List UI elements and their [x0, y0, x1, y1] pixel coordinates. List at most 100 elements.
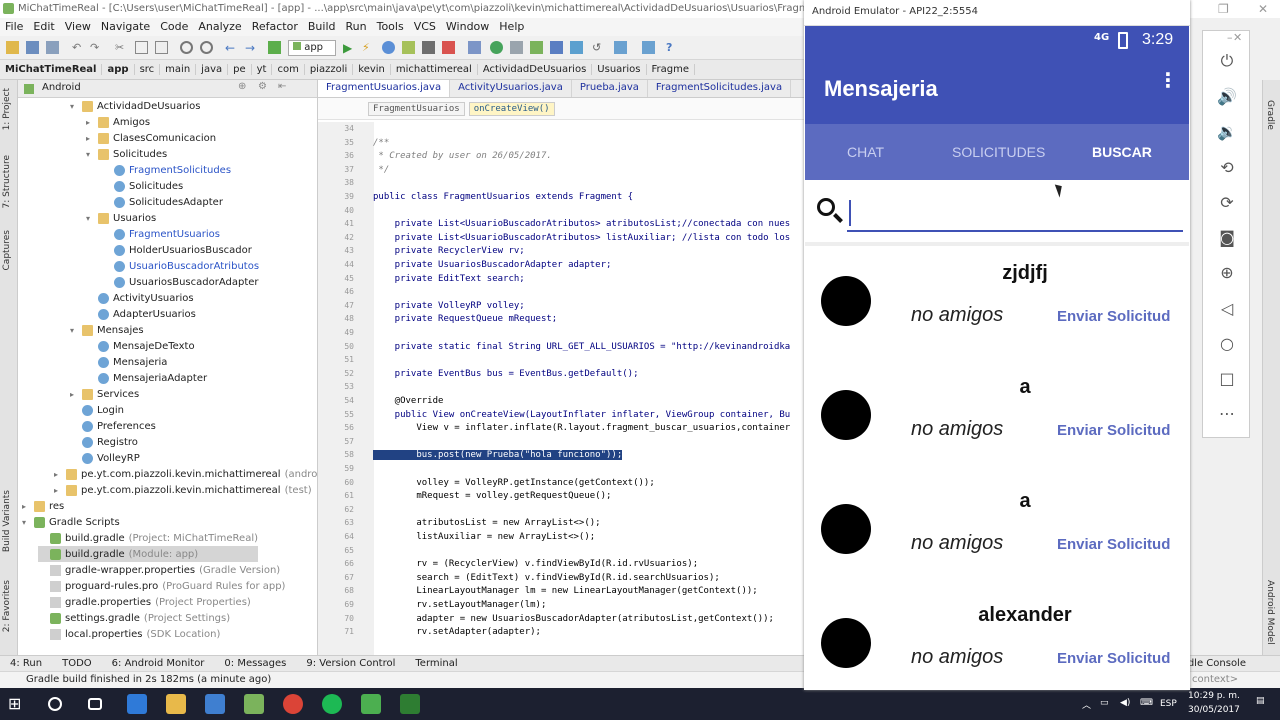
menu-navigate[interactable]: Navigate — [96, 18, 155, 36]
code-line[interactable]: rv.setAdapter(adapter); — [373, 627, 541, 637]
tree-item[interactable]: Registro — [70, 434, 138, 450]
breadcrumb-item[interactable]: main — [160, 64, 197, 75]
send-request-button[interactable]: Enviar Solicitud — [1057, 650, 1170, 667]
revert-icon[interactable]: ↺ — [592, 41, 605, 54]
code-line[interactable]: adapter = new UsuariosBuscadorAdapter(at… — [373, 614, 774, 624]
structure-icon[interactable] — [550, 41, 563, 54]
tree-item[interactable]: MensajeriaAdapter — [86, 370, 207, 386]
tree-arrow-icon[interactable]: ▸ — [54, 470, 62, 479]
tree-item[interactable]: MensajeDeTexto — [86, 338, 195, 354]
tree-item[interactable]: gradle-wrapper.properties (Gradle Version… — [38, 562, 280, 578]
breadcrumb-item[interactable]: ActividadDeUsuarios — [478, 64, 593, 75]
coverage-icon[interactable] — [402, 41, 415, 54]
code-line[interactable]: private List<UsuarioBuscadorAtributos> a… — [373, 219, 791, 229]
tree-arrow-icon[interactable]: ▾ — [70, 102, 78, 111]
tab-buscar[interactable]: BUSCAR — [1092, 144, 1152, 160]
breadcrumb-item[interactable]: MiChatTimeReal — [0, 64, 103, 75]
help-icon[interactable]: ? — [666, 41, 679, 54]
tree-arrow-icon[interactable]: ▾ — [86, 150, 94, 159]
device-monitor-icon[interactable] — [510, 41, 523, 54]
code-line[interactable]: mRequest = volley.getRequestQueue(); — [373, 491, 611, 501]
tree-item[interactable]: Solicitudes — [102, 178, 183, 194]
user-list-item[interactable]: a no amigos Enviar Solicitud — [805, 360, 1189, 474]
keyboard-icon[interactable]: ⌨ — [1140, 698, 1153, 708]
save-icon[interactable] — [26, 41, 39, 54]
make-icon[interactable] — [268, 41, 281, 54]
undo-icon[interactable]: ↶ — [72, 41, 85, 54]
tree-item[interactable]: VolleyRP — [70, 450, 140, 466]
settings-gear-icon[interactable]: ⚙ — [258, 81, 267, 92]
tab-favorites[interactable]: 2: Favorites — [2, 580, 12, 632]
sync-icon[interactable] — [46, 41, 59, 54]
code-line[interactable]: private VolleyRP volley; — [373, 301, 525, 311]
tree-arrow-icon[interactable]: ▸ — [22, 502, 30, 511]
windows-start-icon[interactable]: ⊞ — [8, 694, 28, 714]
tree-item[interactable]: Login — [70, 402, 124, 418]
tab-fragmentsolicitudes[interactable]: FragmentSolicitudes.java — [648, 80, 792, 97]
tree-item[interactable]: ▾ Gradle Scripts — [22, 514, 120, 530]
forward-icon[interactable]: → — [245, 41, 258, 55]
redo-icon[interactable]: ↷ — [90, 41, 103, 54]
search-input[interactable] — [847, 192, 1183, 232]
gradle-sync-icon[interactable] — [490, 41, 503, 54]
close-icon[interactable]: ✕ — [1258, 2, 1268, 16]
tree-item[interactable]: UsuariosBuscadorAdapter — [102, 274, 259, 290]
menu-edit[interactable]: Edit — [28, 18, 59, 36]
tab-chat[interactable]: CHAT — [847, 144, 884, 160]
close-emulator-icon[interactable]: ✕ — [1233, 31, 1242, 44]
breadcrumb-item[interactable]: kevin — [353, 64, 391, 75]
code-line[interactable]: private List<UsuarioBuscadorAtributos> l… — [373, 233, 791, 243]
run-icon[interactable]: ▶ — [343, 41, 356, 55]
tool-version-control[interactable]: 9: Version Control — [296, 658, 405, 669]
breadcrumb-item[interactable]: src — [135, 64, 161, 75]
search-icon[interactable] — [48, 697, 62, 711]
code-line[interactable]: private RecyclerView rv; — [373, 246, 525, 256]
code-line[interactable]: private EditText search; — [373, 274, 525, 284]
overview-icon[interactable]: □ — [1216, 369, 1238, 391]
attach-debugger-icon[interactable] — [422, 41, 435, 54]
tree-item[interactable]: UsuarioBuscadorAtributos — [102, 258, 259, 274]
tab-structure[interactable]: 7: Structure — [2, 155, 12, 209]
tool-todo[interactable]: TODO — [52, 658, 102, 669]
tab-prueba[interactable]: Prueba.java — [572, 80, 648, 97]
volume-icon[interactable]: ◀) — [1120, 698, 1130, 708]
tree-item[interactable]: Mensajeria — [86, 354, 167, 370]
tree-item[interactable]: ▾ ActividadDeUsuarios — [70, 98, 200, 114]
cut-icon[interactable]: ✂ — [115, 41, 128, 54]
menu-refactor[interactable]: Refactor — [247, 18, 303, 36]
crumb-method[interactable]: onCreateView() — [468, 101, 555, 116]
code-line[interactable]: private RequestQueue mRequest; — [373, 314, 558, 324]
user-list-item[interactable]: alexander no amigos Enviar Solicitud — [805, 588, 1189, 688]
tree-item[interactable]: ▸ res — [22, 498, 64, 514]
tree-item[interactable]: local.properties (SDK Location) — [38, 626, 220, 642]
code-line[interactable]: rv.setLayoutManager(lm); — [373, 600, 546, 610]
code-line[interactable]: * Created by user on 26/05/2017. — [373, 151, 551, 161]
code-line[interactable]: private EventBus bus = EventBus.getDefau… — [373, 369, 639, 379]
code-line[interactable]: bus.post(new Prueba("hola funciono")); — [373, 450, 623, 461]
code-line[interactable]: private UsuariosBuscadorAdapter adapter; — [373, 260, 612, 270]
replace-icon[interactable] — [200, 41, 213, 54]
tree-arrow-icon[interactable]: ▸ — [86, 118, 94, 127]
edge-icon[interactable] — [127, 694, 147, 714]
volume-down-icon[interactable]: 🔉 — [1216, 122, 1238, 144]
tab-build-variants[interactable]: Build Variants — [2, 490, 12, 552]
breadcrumb-item[interactable]: piazzoli — [305, 64, 354, 75]
apply-changes-icon[interactable]: ⚡ — [362, 41, 375, 54]
code-line[interactable]: public class FragmentUsuarios extends Fr… — [373, 192, 633, 202]
tree-arrow-icon[interactable]: ▾ — [86, 214, 94, 223]
user-list-item[interactable]: zjdjfj no amigos Enviar Solicitud — [805, 246, 1189, 360]
tree-arrow-icon[interactable]: ▾ — [22, 518, 30, 527]
user-list-item[interactable]: a no amigos Enviar Solicitud — [805, 474, 1189, 588]
breadcrumb-item[interactable]: pe — [228, 64, 252, 75]
tree-item[interactable]: ▸ pe.yt.com.piazzoli.kevin.michattimereal… — [54, 482, 312, 498]
send-request-button[interactable]: Enviar Solicitud — [1057, 422, 1170, 439]
code-line[interactable]: rv = (RecyclerView) v.findViewById(R.id.… — [373, 559, 698, 569]
code-line[interactable]: LinearLayoutManager lm = new LinearLayou… — [373, 586, 757, 596]
rotate-right-icon[interactable]: ⟳ — [1216, 193, 1238, 215]
tree-item[interactable]: settings.gradle (Project Settings) — [38, 610, 230, 626]
tree-arrow-icon[interactable]: ▸ — [54, 486, 62, 495]
tree-item[interactable]: FragmentSolicitudes — [102, 162, 231, 178]
tree-item[interactable]: FragmentUsuarios — [102, 226, 220, 242]
open-icon[interactable] — [6, 41, 19, 54]
code-line[interactable]: /** — [373, 138, 389, 148]
